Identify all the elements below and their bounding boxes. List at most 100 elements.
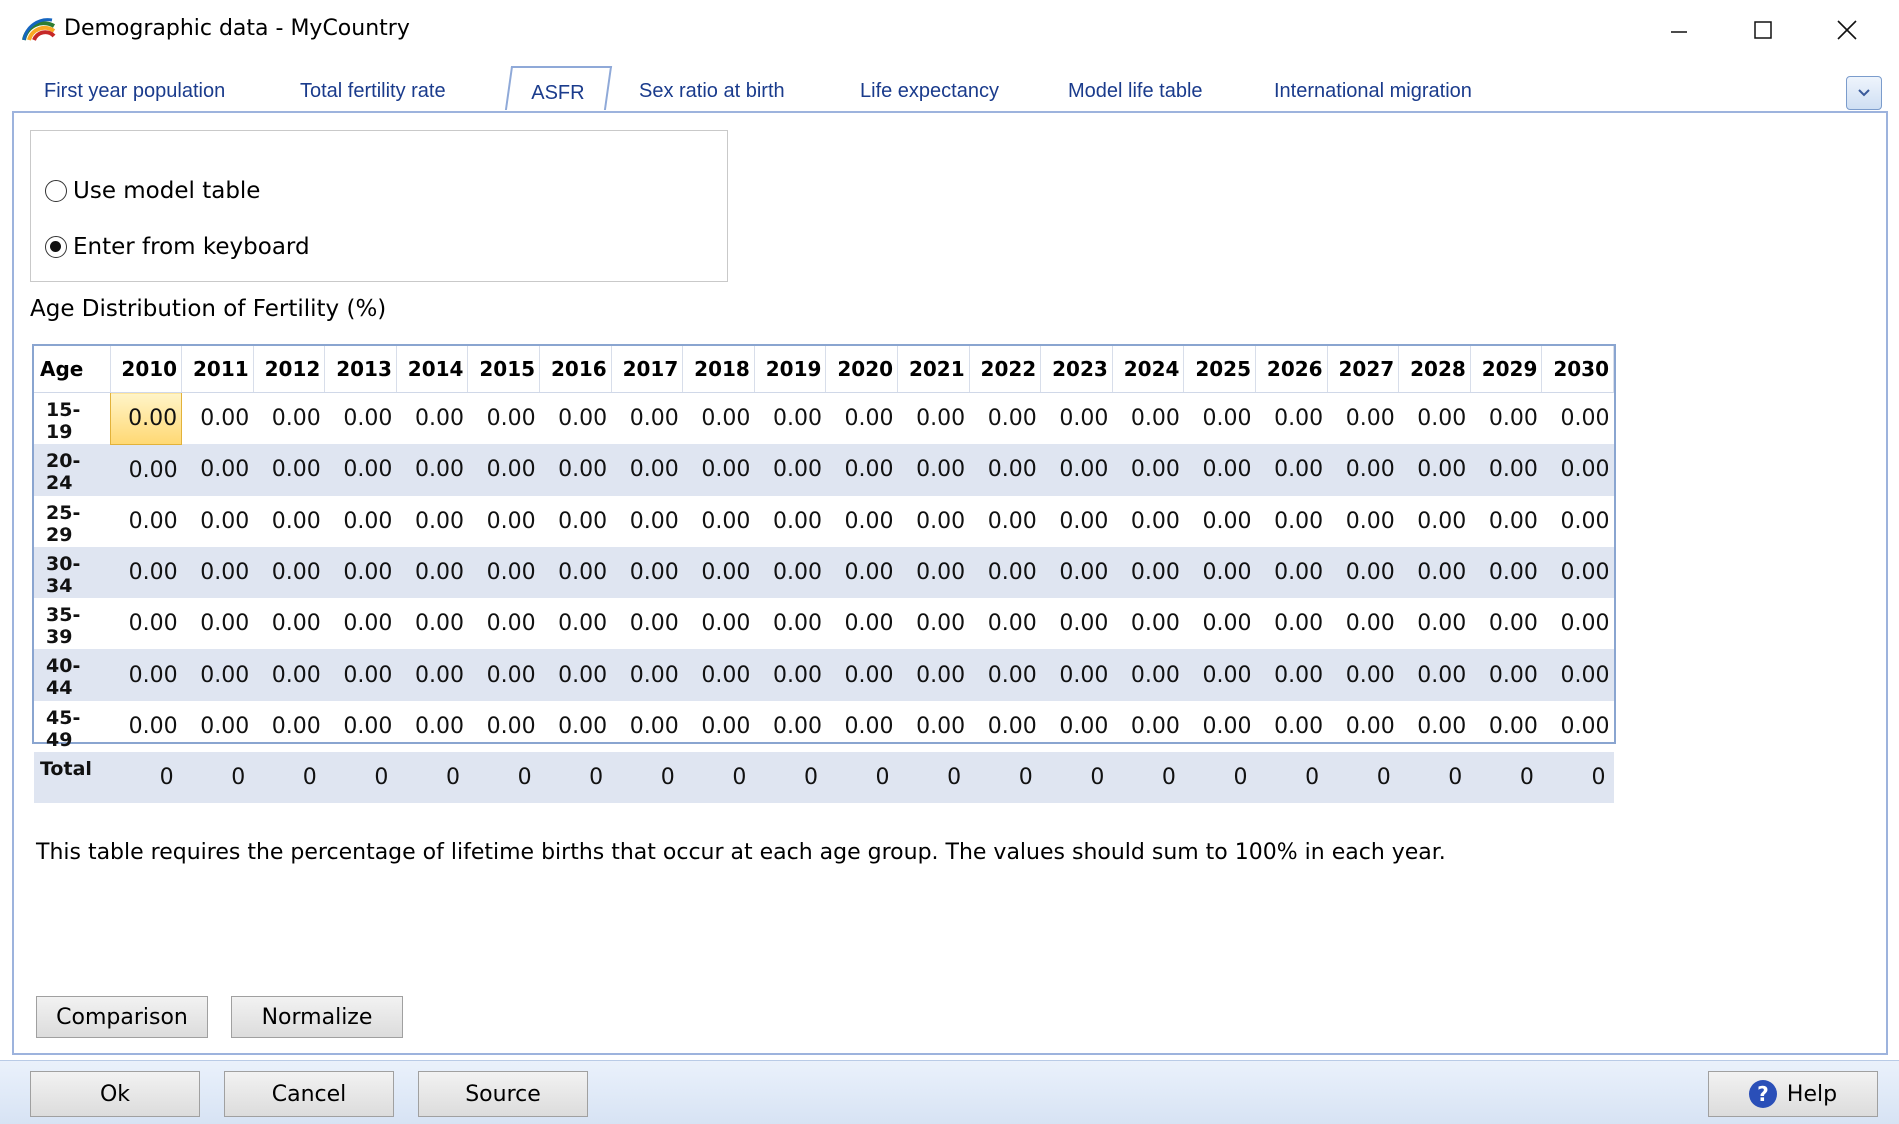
grid-cell[interactable]: 0.00 <box>754 649 826 701</box>
grid-cell[interactable]: 0.00 <box>181 546 254 599</box>
grid-cell[interactable]: 0.00 <box>969 444 1041 496</box>
grid-cell[interactable]: 0.00 <box>826 496 898 547</box>
grid-cell[interactable]: 0.00 <box>110 701 182 752</box>
radio-use-model[interactable] <box>45 180 67 202</box>
grid-cell[interactable]: 0.00 <box>1399 598 1471 649</box>
tab-life-expectancy[interactable]: Life expectancy <box>860 80 999 103</box>
grid-cell[interactable]: 0.00 <box>540 496 612 547</box>
grid-cell[interactable]: 0.00 <box>1255 546 1328 599</box>
grid-cell[interactable]: 0.00 <box>1040 546 1113 599</box>
grid-cell[interactable]: 0.00 <box>1184 701 1256 752</box>
grid-cell[interactable]: 0.00 <box>754 444 826 496</box>
grid-cell[interactable]: 0.00 <box>754 546 826 599</box>
grid-cell[interactable]: 0.00 <box>1184 393 1256 445</box>
grid-cell[interactable]: 0.00 <box>826 598 898 649</box>
radio-enter-keyboard[interactable] <box>45 236 67 258</box>
grid-cell[interactable]: 0.00 <box>181 649 254 701</box>
grid-cell[interactable]: 0.00 <box>1256 496 1328 547</box>
grid-cell[interactable]: 0.00 <box>324 546 397 599</box>
grid-cell[interactable]: 0.00 <box>396 649 468 701</box>
grid-cell[interactable]: 0.00 <box>1327 393 1399 445</box>
grid-cell[interactable]: 0.00 <box>898 701 970 752</box>
grid-cell[interactable]: 0.00 <box>1541 546 1614 599</box>
grid-cell[interactable]: 0.00 <box>325 598 397 649</box>
grid-cell[interactable]: 0.00 <box>467 546 540 599</box>
grid-cell[interactable]: 0.00 <box>253 444 325 496</box>
cancel-button[interactable]: Cancel <box>224 1071 394 1117</box>
grid-cell[interactable]: 0.00 <box>683 701 755 752</box>
grid-cell[interactable]: 0.00 <box>683 393 755 445</box>
grid-cell[interactable]: 0.00 <box>1183 546 1256 599</box>
grid-cell[interactable]: 0.00 <box>396 701 468 752</box>
comparison-button[interactable]: Comparison <box>36 996 208 1038</box>
grid-cell[interactable]: 0.00 <box>253 701 325 752</box>
grid-cell[interactable]: 0.00 <box>110 649 182 701</box>
grid-cell[interactable]: 0.00 <box>396 496 468 547</box>
grid-cell[interactable]: 0.00 <box>1542 496 1614 547</box>
grid-cell[interactable]: 0.00 <box>1470 598 1542 649</box>
tab-international-migration[interactable]: International migration <box>1274 80 1472 103</box>
grid-cell[interactable]: 0.00 <box>1184 496 1256 547</box>
grid-cell[interactable]: 0.00 <box>898 393 970 445</box>
grid-cell[interactable]: 0.00 <box>324 444 397 496</box>
grid-cell[interactable]: 0.00 <box>253 598 325 649</box>
fertility-grid[interactable]: Age 2010 2011 2012 2013 2014 2015 2016 2017 2018… <box>32 344 1616 804</box>
grid-cell[interactable]: 0.00 <box>969 598 1041 649</box>
grid-cell[interactable]: 0.00 <box>110 496 182 547</box>
grid-cell[interactable]: 0.00 <box>253 649 325 701</box>
grid-cell[interactable]: 0.00 <box>539 649 612 701</box>
grid-cell[interactable]: 0.00 <box>1470 701 1542 752</box>
grid-cell[interactable]: 0.00 <box>683 496 755 547</box>
grid-cell[interactable]: 0.00 <box>325 393 397 445</box>
grid-cell[interactable]: 0.00 <box>1542 701 1614 752</box>
grid-cell[interactable]: 0.00 <box>182 598 254 649</box>
grid-cell[interactable]: 0.00 <box>826 393 898 445</box>
grid-cell[interactable]: 0.00 <box>611 701 683 752</box>
grid-cell[interactable]: 0.00 <box>1112 496 1184 547</box>
grid-cell[interactable]: 0.00 <box>898 496 970 547</box>
grid-cell[interactable]: 0.00 <box>110 546 182 599</box>
grid-cell[interactable]: 0.00 <box>1541 444 1614 496</box>
grid-cell[interactable]: 0.00 <box>682 546 755 599</box>
grid-cell[interactable]: 0.00 <box>1112 701 1184 752</box>
grid-cell[interactable]: 0.00 <box>181 444 254 496</box>
grid-cell[interactable]: 0.00 <box>1256 598 1328 649</box>
grid-cell[interactable]: 0.00 <box>897 649 970 701</box>
grid-cell[interactable]: 0.00 <box>1041 598 1113 649</box>
grid-cell[interactable]: 0.00 <box>969 701 1041 752</box>
use-model-option[interactable]: Use model table <box>45 178 260 204</box>
grid-cell[interactable]: 0.00 <box>1256 701 1328 752</box>
grid-cell[interactable]: 0.00 <box>1112 393 1184 445</box>
grid-cell[interactable]: 0.00 <box>1256 393 1328 445</box>
grid-cell[interactable]: 0.00 <box>1040 649 1113 701</box>
tab-overflow-button[interactable] <box>1846 76 1882 110</box>
grid-cell[interactable]: 0.00 <box>682 444 755 496</box>
grid-cell[interactable]: 0.00 <box>540 701 612 752</box>
grid-cell[interactable]: 0.00 <box>1041 701 1113 752</box>
grid-cell[interactable]: 0.00 <box>468 393 540 445</box>
enter-keyboard-option[interactable]: Enter from keyboard <box>45 234 310 260</box>
grid-cell[interactable]: 0.00 <box>1327 598 1399 649</box>
ok-button[interactable]: Ok <box>30 1071 200 1117</box>
grid-cell[interactable]: 0.00 <box>1041 393 1113 445</box>
grid-cell[interactable]: 0.00 <box>969 393 1041 445</box>
grid-cell[interactable]: 0.00 <box>182 701 254 752</box>
grid-cell[interactable]: 0.00 <box>396 393 468 445</box>
grid-cell[interactable]: 0.00 <box>1183 649 1256 701</box>
grid-cell[interactable]: 0.00 <box>325 701 397 752</box>
grid-cell[interactable]: 0.00 <box>1112 444 1184 496</box>
grid-cell[interactable]: 0.00 <box>1255 649 1328 701</box>
grid-cell[interactable]: 0.00 <box>754 598 826 649</box>
normalize-button[interactable]: Normalize <box>231 996 403 1038</box>
grid-cell[interactable]: 0.00 <box>109 392 183 445</box>
grid-cell[interactable]: 0.00 <box>1112 546 1184 599</box>
grid-cell[interactable]: 0.00 <box>467 649 540 701</box>
grid-cell[interactable]: 0.00 <box>897 546 970 599</box>
grid-cell[interactable]: 0.00 <box>325 496 397 547</box>
grid-cell[interactable]: 0.00 <box>1327 496 1399 547</box>
grid-cell[interactable]: 0.00 <box>1470 546 1542 599</box>
grid-cell[interactable]: 0.00 <box>1183 444 1256 496</box>
grid-cell[interactable]: 0.00 <box>110 444 182 496</box>
grid-cell[interactable]: 0.00 <box>754 701 826 752</box>
grid-cell[interactable]: 0.00 <box>754 393 826 445</box>
